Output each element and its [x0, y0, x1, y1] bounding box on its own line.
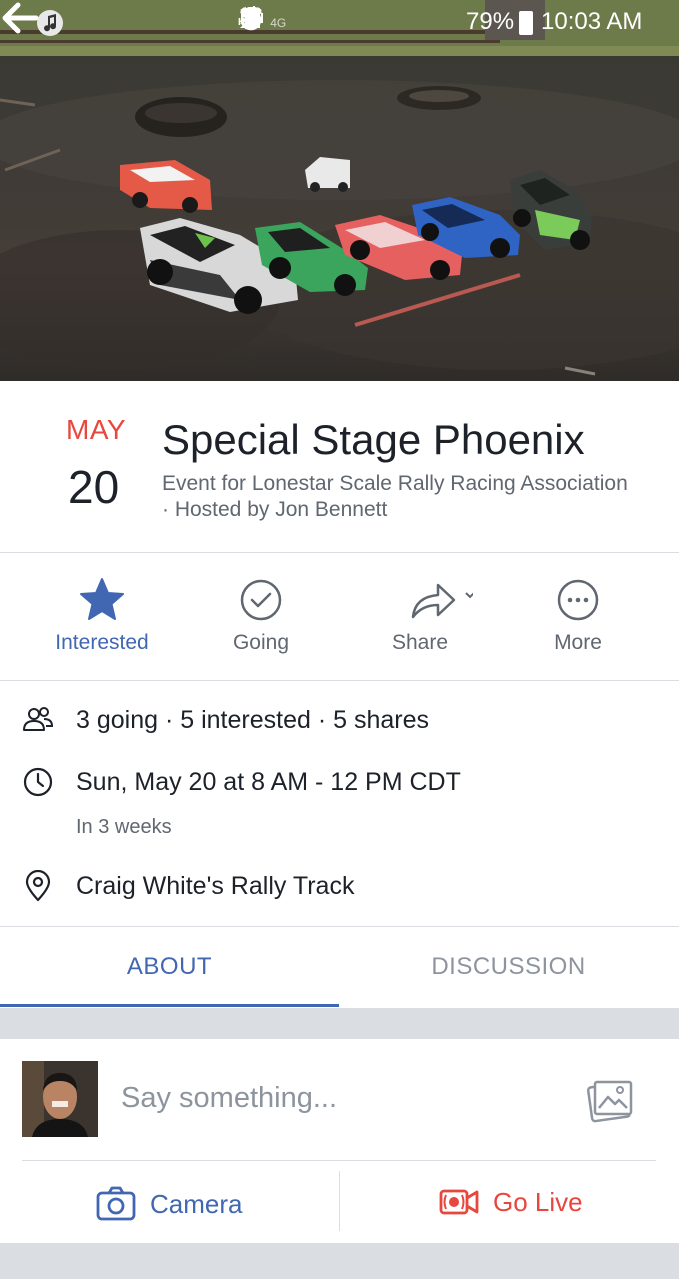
share-icon — [411, 583, 473, 619]
attendance-stats: 3 going · 5 interested · 5 shares — [76, 706, 429, 734]
event-actions: Interested Going Share More — [0, 553, 679, 680]
share-button[interactable]: Share — [340, 553, 500, 680]
camera-label: Camera — [150, 1188, 243, 1219]
going-button[interactable]: Going — [181, 553, 341, 680]
divider — [22, 1160, 656, 1161]
more-label: More — [554, 631, 602, 654]
event-location: Craig White's Rally Track — [76, 872, 355, 900]
share-label: Share — [391, 631, 449, 654]
event-subtitle[interactable]: Event for Lonestar Scale Rally Racing As… — [162, 471, 632, 523]
back-arrow-icon[interactable] — [0, 0, 40, 36]
check-circle-icon — [240, 579, 282, 621]
avatar — [22, 1061, 98, 1137]
clock-icon — [23, 767, 53, 797]
divider — [339, 1171, 340, 1231]
section-separator — [0, 1243, 679, 1279]
cover-photo-art — [0, 0, 679, 376]
event-month: MAY — [66, 414, 127, 445]
location-pin-icon — [25, 870, 51, 902]
divider — [0, 680, 679, 681]
clock: 10:03 AM — [541, 8, 643, 35]
signal-icon — [240, 8, 260, 28]
lte-indicator: 4G — [270, 16, 287, 30]
tab-about[interactable]: ABOUT — [0, 927, 339, 1007]
more-button[interactable]: More — [498, 553, 658, 680]
status-bar: Hi-Fi 4G 79% 10:03 AM — [0, 0, 679, 46]
photo-icon[interactable] — [586, 1077, 634, 1123]
people-icon — [23, 707, 54, 731]
more-icon — [557, 579, 599, 621]
going-label: Going — [232, 631, 290, 654]
composer-input[interactable]: Say something... — [121, 1082, 337, 1115]
event-title: Special Stage Phoenix — [162, 416, 585, 463]
interested-button[interactable]: Interested — [22, 553, 182, 680]
live-video-icon — [439, 1189, 479, 1215]
camera-icon — [96, 1186, 136, 1221]
event-cover-photo: Hi-Fi 4G 79% 10:03 AM — [0, 0, 679, 381]
interested-label: Interested — [55, 631, 149, 654]
section-separator — [0, 1008, 679, 1039]
event-relative-time: In 3 weeks — [76, 816, 172, 838]
tab-discussion[interactable]: DISCUSSION — [339, 927, 678, 1007]
battery-percent: 79% — [466, 8, 515, 35]
star-icon — [80, 578, 124, 620]
camera-button[interactable]: Camera — [96, 1186, 242, 1222]
active-tab-indicator — [0, 1004, 339, 1007]
battery-icon — [519, 11, 533, 35]
event-day: 20 — [68, 461, 120, 513]
go-live-label: Go Live — [493, 1186, 583, 1217]
event-datetime: Sun, May 20 at 8 AM - 12 PM CDT — [76, 768, 461, 796]
music-note-icon — [37, 10, 63, 36]
go-live-button[interactable]: Go Live — [439, 1186, 583, 1218]
